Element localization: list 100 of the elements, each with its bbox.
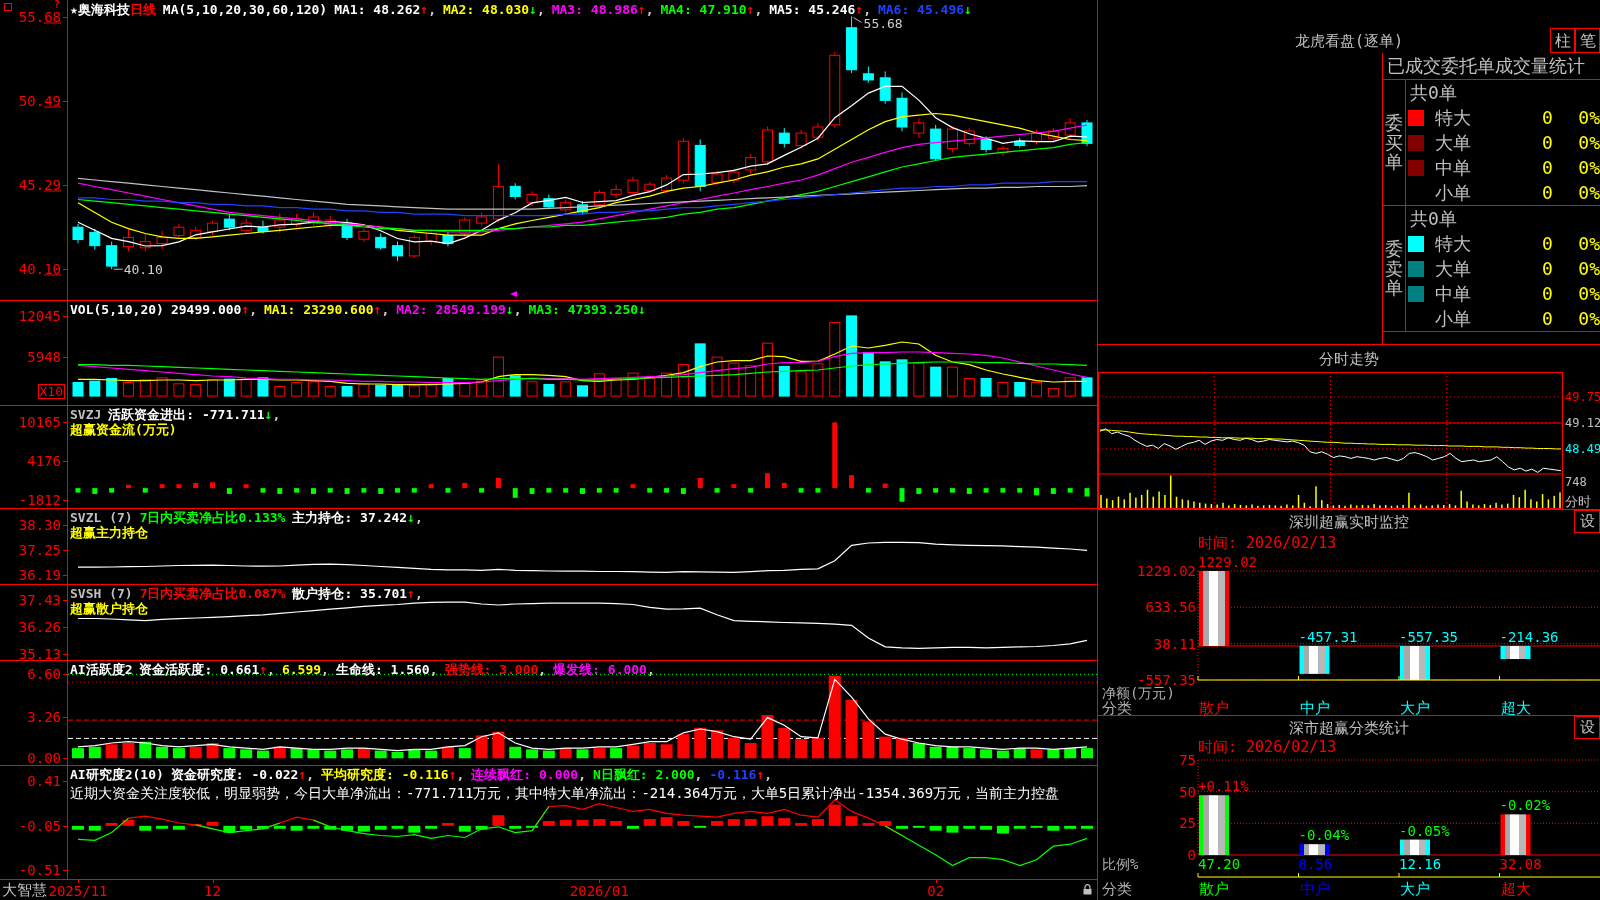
indicator-caption: 超赢散户持仓	[70, 601, 148, 616]
bar-value-label: 32.08	[1499, 856, 1542, 872]
change-label: +0.11%	[1198, 778, 1249, 795]
legend-item: 日线	[129, 2, 156, 17]
axis-label: 40.10	[18, 262, 61, 276]
legend-item: 资金活跃度: 0.661↑,	[139, 662, 275, 677]
category-label: 超大	[1500, 880, 1531, 898]
legend-item: 平均研究度: -0.116↑,	[321, 767, 465, 782]
bar-value-label: 47.20	[1198, 856, 1241, 872]
panel-title: 深圳超赢实时监控	[1289, 512, 1409, 531]
legend-item: 散户持仓: 35.701↑,	[292, 586, 423, 601]
axis-label: 6.60	[27, 667, 61, 681]
axis-label: 49.75	[1565, 390, 1600, 404]
legend-item: VOL(5,10,20)	[70, 302, 164, 317]
axis-label: 3.26	[27, 710, 61, 724]
price-annotation: 40.10	[113, 261, 163, 277]
axis-label: 35.13	[18, 647, 61, 661]
date-label: 2026/01	[569, 883, 629, 899]
order-size-label: 小单	[1435, 306, 1472, 331]
axis-label: 75	[1179, 755, 1196, 768]
panel-title: 深市超赢分类统计	[1289, 718, 1409, 737]
axis-label: 0.00	[27, 751, 61, 765]
legend-item: MA(5,10,20,30,60,120)	[162, 2, 328, 17]
bar-value-label: -214.36	[1499, 629, 1559, 645]
legend-item: 强势线: 3.000,	[444, 662, 547, 677]
legend-item: 主力持仓: 37.242↓,	[292, 510, 423, 525]
axis-label: 38.30	[18, 518, 61, 532]
axis-label: -557.35	[1137, 672, 1196, 688]
axis-label: 0	[1187, 847, 1196, 863]
legend-item: 生命线: 1.560,	[335, 662, 438, 677]
category-label: 中户	[1299, 880, 1330, 898]
order-size-label: 大单	[1435, 130, 1472, 155]
category-label: 大户	[1400, 880, 1430, 898]
change-label: -0.04%	[1298, 827, 1350, 844]
axis-label: 5948	[27, 350, 61, 364]
unit-label: X10	[37, 384, 65, 399]
legend-item: ★奥海科技	[70, 2, 130, 17]
order-share: 0%	[1578, 283, 1600, 304]
axis-title: 净额(万元)	[1102, 685, 1175, 701]
group-label: 委卖单	[1385, 238, 1403, 299]
order-share: 0%	[1578, 157, 1600, 178]
legend-item: MA6: 45.496↓	[877, 2, 972, 17]
order-size-label: 中单	[1435, 281, 1472, 306]
legend-item: 爆发线: 6.000,	[553, 662, 655, 677]
axis-label: 633.56	[1145, 599, 1196, 616]
bar-value-label: -457.31	[1298, 629, 1358, 645]
bar-value-label: 1229.02	[1198, 554, 1257, 570]
axis-label: 748	[1565, 476, 1587, 489]
price-annotation: 55.68	[853, 16, 903, 32]
order-count: 0	[1542, 107, 1554, 128]
order-size-label: 大单	[1435, 256, 1472, 281]
order-count: 0	[1542, 258, 1554, 279]
axis-label: 45.29	[18, 178, 61, 192]
indicator-caption: 超赢资金流(万元)	[70, 422, 177, 437]
legend-item: MA2: 48.030↓,	[442, 2, 545, 17]
legend-item: 7日内买卖净占比0.133%	[139, 510, 286, 525]
legend-item: SVSH (7)	[70, 586, 133, 601]
axis-label: 55.68	[18, 10, 61, 24]
analysis-text: 近期大资金关注度较低，明显弱势，今日大单净流出：-771.711万元，其中特大单净流出：-214.364万元，大单5日累计净出-1354.369万元，当前主力控盘	[70, 784, 1060, 802]
order-size-label: 中单	[1435, 155, 1472, 180]
axis-title: 分类	[1102, 699, 1132, 715]
legend-item: AI研究度2(10)	[70, 767, 164, 782]
category-label: 超大	[1500, 699, 1531, 715]
order-total: 共0单	[1410, 80, 1457, 105]
annotation: 55.68	[863, 16, 903, 32]
bar-value-label: 8.56	[1298, 856, 1333, 872]
legend-item: 连续飘红: 0.000,	[471, 767, 586, 782]
order-count: 0	[1542, 182, 1554, 203]
order-size-label: 特大	[1435, 105, 1472, 130]
axis-label: 36.19	[18, 568, 61, 582]
axis-label: 36.26	[18, 620, 61, 634]
axis-title: 比例%	[1102, 856, 1139, 872]
axis-label: 12045	[18, 309, 61, 323]
panel-title: 分时走势	[1319, 349, 1379, 368]
order-share: 0%	[1578, 107, 1600, 128]
legend-item: MA4: 47.910↑,	[660, 2, 763, 17]
brand-name: 大智慧	[2, 881, 47, 899]
legend-item: MA1: 23290.600↑,	[264, 302, 390, 317]
order-share: 0%	[1578, 308, 1600, 329]
legend-item: 活跃资金进出: -771.711↓,	[108, 407, 281, 422]
change-label: -0.02%	[1499, 797, 1551, 814]
order-size-label: 特大	[1435, 231, 1472, 256]
bar-value-label: 12.16	[1399, 856, 1442, 872]
axis-label: 37.25	[18, 543, 61, 557]
annotation: 40.10	[123, 261, 163, 277]
axis-label: 1229.02	[1137, 563, 1196, 579]
order-share: 0%	[1578, 233, 1600, 254]
category-label: 散户	[1199, 699, 1229, 715]
legend-item: SVZJ	[70, 407, 102, 422]
date-label: 02	[927, 883, 945, 899]
legend-item: 29499.000↑,	[170, 302, 258, 317]
axis-label: 37.43	[18, 593, 61, 607]
group-label: 委买单	[1385, 112, 1403, 173]
category-label: 大户	[1400, 699, 1430, 715]
legend-item: -0.116↑,	[709, 767, 773, 782]
legend-item: N日飘红: 2.000,	[593, 767, 703, 782]
category-label: 散户	[1199, 880, 1229, 898]
order-count: 0	[1542, 283, 1554, 304]
timestamp: 时间: 2026/02/13	[1198, 533, 1337, 553]
axis-label: 48.49	[1565, 442, 1600, 456]
